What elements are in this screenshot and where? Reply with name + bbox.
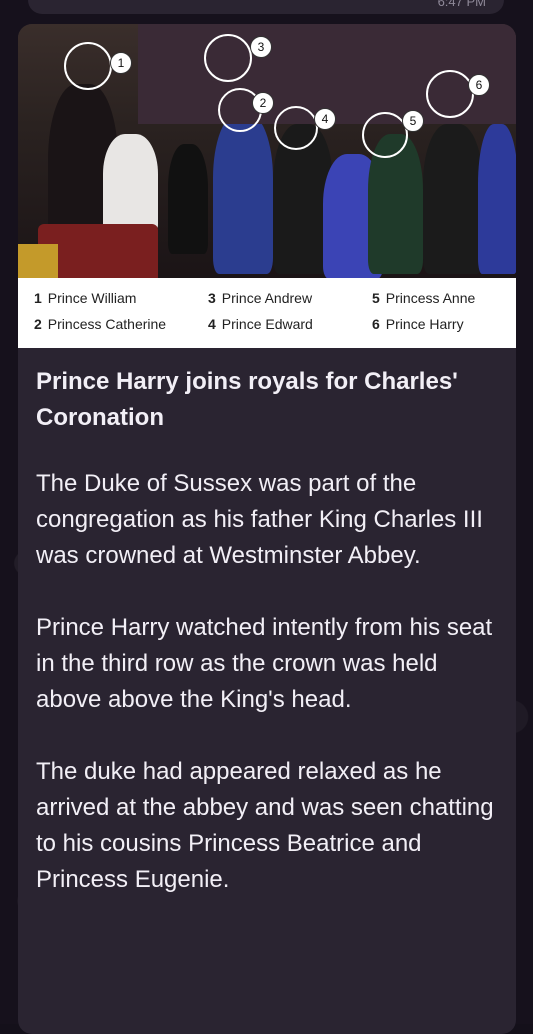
legend-entry: 1 Prince William [34,290,137,306]
legend-entry: 3 Prince Andrew [208,290,313,306]
gold-floor [18,244,58,278]
highlight-ring [426,70,474,118]
article-paragraph: The Duke of Sussex was part of the congr… [36,470,483,569]
article-headline: Prince Harry joins royals for Charles' C… [36,368,458,431]
highlight-ring [274,106,318,150]
figure-shape [168,144,208,254]
photo-legend: 1 Prince William 2 Princess Catherine 3 Pri… [18,278,516,348]
article-paragraph: The duke had appeared relaxed as he arri… [36,758,494,893]
legend-entry: 5 Princess Anne [372,290,476,306]
marker-5: 5 [402,110,424,132]
figure-shape [478,124,516,274]
message-bubble[interactable]: 1 2 3 4 5 6 1 Prince William 2 Princess Ca… [18,24,516,1034]
marker-3: 3 [250,36,272,58]
marker-4: 4 [314,108,336,130]
highlight-ring [64,42,112,90]
marker-2: 2 [252,92,274,114]
legend-entry: 2 Princess Catherine [34,316,167,332]
coronation-photo[interactable]: 1 2 3 4 5 6 [18,24,516,278]
article-text: Prince Harry joins royals for Charles' C… [18,364,516,898]
highlight-ring [204,34,252,82]
figure-shape [103,134,158,234]
marker-6: 6 [468,74,490,96]
previous-message-bubble[interactable]: 6:47 PM [28,0,504,14]
figure-shape [423,124,483,274]
legend-entry: 4 Prince Edward [208,316,313,332]
legend-entry: 6 Prince Harry [372,316,464,332]
article-paragraph: Prince Harry watched intently from his s… [36,614,493,713]
marker-1: 1 [110,52,132,74]
message-time: 6:47 PM [437,0,486,9]
figure-shape [213,114,273,274]
